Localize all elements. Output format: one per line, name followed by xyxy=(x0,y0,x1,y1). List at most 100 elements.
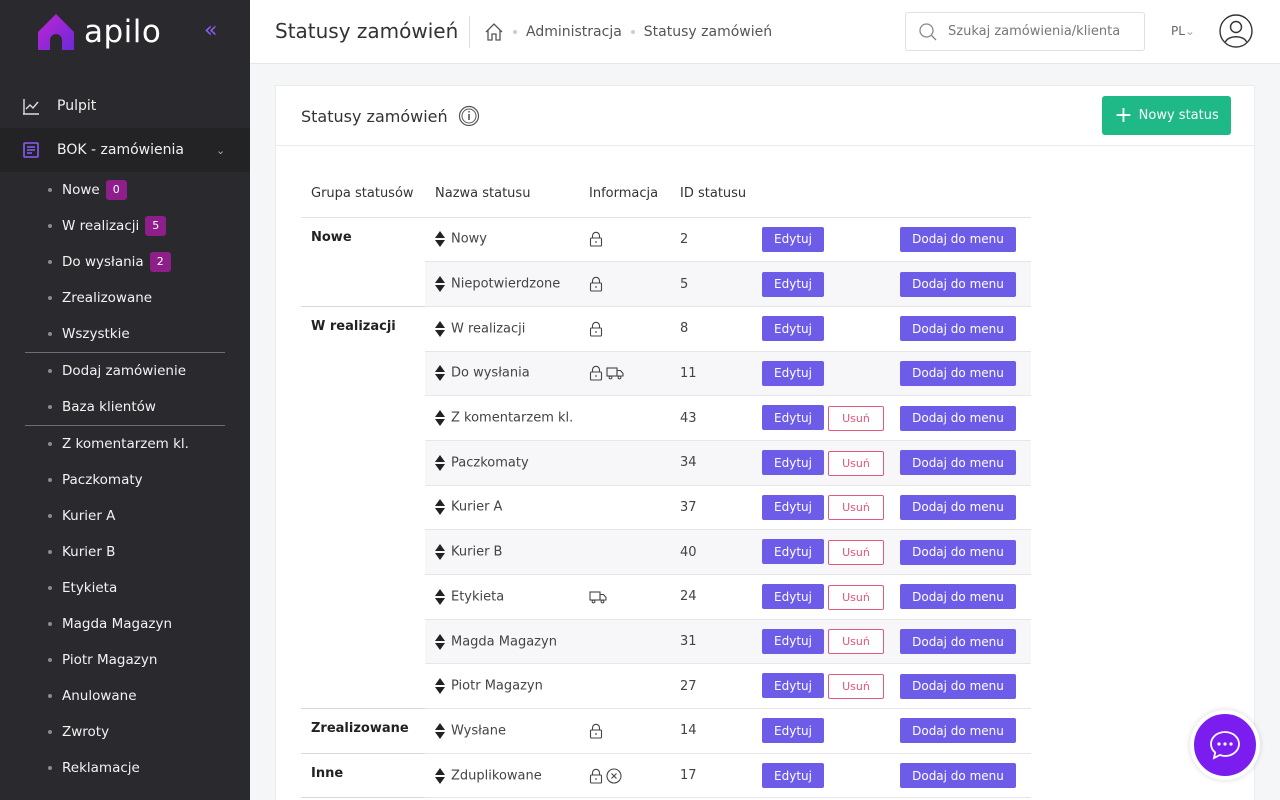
edit-button[interactable]: Edytuj xyxy=(762,316,824,342)
status-name-cell: Niepotwierdzone xyxy=(425,261,579,307)
edit-button[interactable]: Edytuj xyxy=(762,673,824,699)
add-to-menu-button[interactable]: Dodaj do menu xyxy=(900,673,1016,699)
add-to-menu-button[interactable]: Dodaj do menu xyxy=(900,360,1016,386)
delete-button[interactable]: Usuń xyxy=(828,450,884,476)
sort-handle-icon[interactable] xyxy=(435,499,445,516)
collapse-sidebar-icon[interactable]: « xyxy=(204,20,217,42)
chat-button[interactable] xyxy=(1190,710,1260,780)
submenu-item[interactable]: Zwroty xyxy=(0,714,250,750)
nav-item-pulpit[interactable]: Pulpit xyxy=(0,84,250,128)
new-status-button[interactable]: + Nowy status xyxy=(1102,96,1231,135)
logo[interactable]: apilo « xyxy=(0,0,250,64)
submenu-item-do-wyslania[interactable]: Do wysłania 2 xyxy=(0,244,250,280)
bullet-icon xyxy=(48,224,52,228)
edit-button[interactable]: Edytuj xyxy=(762,763,824,789)
submenu-item[interactable]: Reklamacje xyxy=(0,750,250,786)
sort-handle-icon[interactable] xyxy=(435,454,445,471)
search-input[interactable] xyxy=(948,24,1138,39)
breadcrumb-item[interactable]: Administracja xyxy=(526,24,622,40)
delete-button[interactable]: Usuń xyxy=(828,539,884,565)
card-header: Statusy zamówień + Nowy status xyxy=(276,86,1254,146)
column-header-group: Grupa statusów xyxy=(301,171,425,218)
add-to-menu-button[interactable]: Dodaj do menu xyxy=(900,494,1016,520)
submenu-label: Baza klientów xyxy=(62,399,156,415)
submenu-item-w-realizacji[interactable]: W realizacji 5 xyxy=(0,208,250,244)
sort-handle-icon[interactable] xyxy=(435,231,445,248)
submenu-item[interactable]: Magda Magazyn xyxy=(0,606,250,642)
edit-button[interactable]: Edytuj xyxy=(762,718,824,744)
add-to-menu-button[interactable]: Dodaj do menu xyxy=(900,763,1016,789)
edit-button[interactable]: Edytuj xyxy=(762,628,824,654)
submenu-label: Anulowane xyxy=(62,688,137,704)
delete-button[interactable]: Usuń xyxy=(828,673,884,699)
edit-button[interactable]: Edytuj xyxy=(762,450,824,476)
submenu-item[interactable]: Piotr Magazyn xyxy=(0,642,250,678)
edit-button[interactable]: Edytuj xyxy=(762,584,824,610)
add-to-menu-button[interactable]: Dodaj do menu xyxy=(900,405,1016,431)
sort-handle-icon[interactable] xyxy=(435,633,445,650)
plus-icon: + xyxy=(1114,102,1133,128)
home-icon[interactable] xyxy=(484,22,504,42)
submenu-item-dodaj-zamowienie[interactable]: Dodaj zamówienie xyxy=(0,353,250,389)
add-to-menu-button[interactable]: Dodaj do menu xyxy=(900,271,1016,297)
group-name-cell: Inne xyxy=(301,753,425,799)
sort-handle-icon[interactable] xyxy=(435,722,445,739)
table-header-row: Grupa statusów Nazwa statusu Informacja … xyxy=(301,171,1031,218)
submenu-item[interactable]: Kurier A xyxy=(0,498,250,534)
status-id-cell: 34 xyxy=(670,440,754,486)
add-to-menu-button[interactable]: Dodaj do menu xyxy=(900,226,1016,252)
submenu-item[interactable]: Paczkomaty xyxy=(0,462,250,498)
info-icon[interactable] xyxy=(458,105,480,127)
lock-icon xyxy=(589,723,603,739)
delete-button[interactable]: Usuń xyxy=(828,495,884,521)
submenu-item-zrealizowane[interactable]: Zrealizowane xyxy=(0,280,250,316)
status-menu-cell: Dodaj do menu xyxy=(896,217,1031,263)
submenu-item[interactable]: Etykieta xyxy=(0,570,250,606)
edit-button[interactable]: Edytuj xyxy=(762,360,824,386)
chevron-down-icon[interactable]: ⌄ xyxy=(216,144,225,157)
status-actions-cell: Edytuj xyxy=(754,217,896,263)
status-menu-cell: Dodaj do menu xyxy=(896,395,1031,441)
bullet-icon xyxy=(48,296,52,300)
submenu-item-nowe[interactable]: Nowe 0 xyxy=(0,172,250,208)
bullet-icon xyxy=(48,260,52,264)
status-name: Z komentarzem kl. xyxy=(451,410,574,426)
status-menu-cell: Dodaj do menu xyxy=(896,619,1031,665)
delete-button[interactable]: Usuń xyxy=(828,629,884,655)
add-to-menu-button[interactable]: Dodaj do menu xyxy=(900,316,1016,342)
sort-handle-icon[interactable] xyxy=(435,588,445,605)
sort-handle-icon[interactable] xyxy=(435,365,445,382)
sort-handle-icon[interactable] xyxy=(435,767,445,784)
sort-handle-icon[interactable] xyxy=(435,276,445,293)
submenu-item[interactable]: Kurier B xyxy=(0,534,250,570)
edit-button[interactable]: Edytuj xyxy=(762,539,824,565)
submenu-label: Nowe xyxy=(62,182,100,198)
status-id-cell: 24 xyxy=(670,574,754,620)
edit-button[interactable]: Edytuj xyxy=(762,405,824,431)
edit-button[interactable]: Edytuj xyxy=(762,494,824,520)
edit-button[interactable]: Edytuj xyxy=(762,271,824,297)
sort-handle-icon[interactable] xyxy=(435,678,445,695)
page-title: Statusy zamówień xyxy=(275,19,459,43)
sort-handle-icon[interactable] xyxy=(435,320,445,337)
add-to-menu-button[interactable]: Dodaj do menu xyxy=(900,539,1016,565)
delete-button[interactable]: Usuń xyxy=(828,584,884,610)
add-to-menu-button[interactable]: Dodaj do menu xyxy=(900,584,1016,610)
sort-handle-icon[interactable] xyxy=(435,544,445,561)
submenu-item-baza-klientow[interactable]: Baza klientów xyxy=(0,389,250,425)
language-selector[interactable]: PL⌄ xyxy=(1171,24,1195,38)
topbar: Statusy zamówień Administracja Statusy z… xyxy=(250,0,1280,64)
add-to-menu-button[interactable]: Dodaj do menu xyxy=(900,450,1016,476)
submenu-item[interactable]: Anulowane xyxy=(0,678,250,714)
submenu-item[interactable]: Z komentarzem kl. xyxy=(0,426,250,462)
nav-item-bok-zamowienia[interactable]: BOK - zamówienia ⌄ xyxy=(0,128,250,172)
status-info-cell xyxy=(579,485,670,531)
submenu-item-wszystkie[interactable]: Wszystkie xyxy=(0,316,250,352)
add-to-menu-button[interactable]: Dodaj do menu xyxy=(900,629,1016,655)
sort-handle-icon[interactable] xyxy=(435,410,445,427)
user-avatar-icon[interactable] xyxy=(1219,14,1253,48)
add-to-menu-button[interactable]: Dodaj do menu xyxy=(900,718,1016,744)
edit-button[interactable]: Edytuj xyxy=(762,226,824,252)
truck-icon xyxy=(589,591,607,604)
delete-button[interactable]: Usuń xyxy=(828,405,884,431)
